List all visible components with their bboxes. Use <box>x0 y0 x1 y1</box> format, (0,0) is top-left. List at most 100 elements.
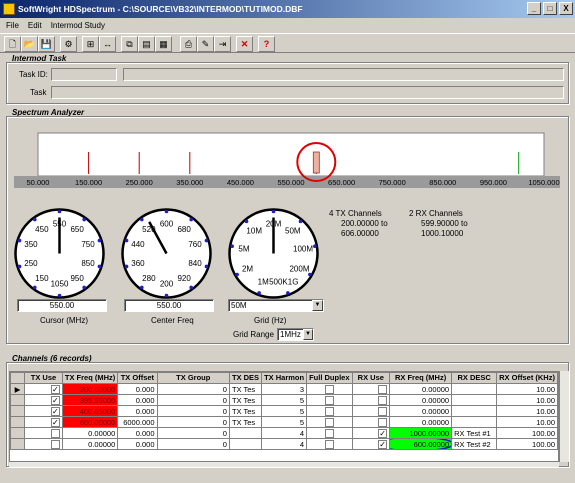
rx-offset-cell[interactable]: 10.00 <box>496 416 558 428</box>
table-row[interactable]: ✓ 400.05000 0.000 0 TX Tes 5 0.00000 10.00 <box>10 405 558 417</box>
row-selector[interactable] <box>10 438 26 450</box>
rx-freq-cell[interactable]: 0.00000 <box>389 405 453 417</box>
row-selector[interactable] <box>10 405 26 417</box>
cursor-dial[interactable]: 5506507508509501050150250350450 <box>12 206 107 301</box>
checkbox[interactable] <box>324 406 334 416</box>
table-row[interactable]: ▶ ✓ 200.00000 0.000 0 TX Tes 3 0.00000 10.00 <box>10 383 558 395</box>
rx-use-cell[interactable]: ✓ <box>351 427 391 439</box>
checkbox[interactable] <box>378 384 388 394</box>
horizontal-scrollbar[interactable] <box>9 462 559 467</box>
delete-icon[interactable]: ✕ <box>236 36 253 52</box>
tx-harmon-cell[interactable]: 5 <box>261 416 308 428</box>
page2-icon[interactable]: ▦ <box>155 36 172 52</box>
minimize-button[interactable]: _ <box>527 2 541 15</box>
full-duplex-cell[interactable] <box>306 438 353 450</box>
menu-edit[interactable]: Edit <box>28 21 42 30</box>
full-duplex-cell[interactable] <box>306 394 353 406</box>
tx-des-cell[interactable]: TX Tes <box>228 416 263 428</box>
tx-freq-cell[interactable]: 400.05000 <box>61 405 119 417</box>
rx-desc-cell[interactable]: RX Test #2 <box>451 438 498 450</box>
tx-harmon-cell[interactable]: 5 <box>261 394 308 406</box>
tx-harmon-cell[interactable]: 4 <box>261 438 308 450</box>
col-tx-harmon[interactable]: TX Harmon <box>261 372 308 384</box>
tx-freq-cell[interactable]: 200.00000 <box>61 383 119 395</box>
tx-des-cell[interactable]: TX Tes <box>228 394 263 406</box>
col-tx-group[interactable]: TX Group <box>156 372 230 384</box>
tx-group-cell[interactable]: 0 <box>156 427 230 439</box>
row-selector[interactable]: ▶ <box>10 383 26 395</box>
tx-des-cell[interactable]: TX Tes <box>228 383 263 395</box>
rx-use-cell[interactable]: ✓ <box>351 438 391 450</box>
rx-use-cell[interactable] <box>351 405 391 417</box>
rx-offset-cell[interactable]: 10.00 <box>496 405 558 417</box>
checkbox[interactable] <box>378 417 388 427</box>
tx-des-cell[interactable] <box>228 438 263 450</box>
open-icon[interactable]: 📂 <box>21 36 38 52</box>
tx-offset-cell[interactable]: 6000.000 <box>117 416 158 428</box>
tx-use-cell[interactable] <box>24 427 63 439</box>
grid-select[interactable]: 50M ▼ <box>228 299 324 312</box>
rx-offset-cell[interactable]: 100.00 <box>496 438 558 450</box>
tx-offset-cell[interactable]: 0.000 <box>117 383 158 395</box>
tx-offset-cell[interactable]: 0.000 <box>117 427 158 439</box>
col-full-duplex[interactable]: Full Duplex <box>306 372 353 384</box>
rx-use-cell[interactable] <box>351 383 391 395</box>
checkbox[interactable]: ✓ <box>378 439 388 449</box>
tx-freq-cell[interactable]: 395.95000 <box>61 394 119 406</box>
checkbox[interactable] <box>50 439 60 449</box>
cursor-field[interactable]: 550.00 <box>17 299 107 312</box>
tx-use-cell[interactable]: ✓ <box>24 394 63 406</box>
page-icon[interactable]: ▤ <box>138 36 155 52</box>
rx-freq-cell[interactable]: 0.00000 <box>389 416 453 428</box>
checkbox[interactable] <box>324 439 334 449</box>
checkbox[interactable] <box>324 417 334 427</box>
tx-offset-cell[interactable]: 0.000 <box>117 394 158 406</box>
table-row[interactable]: 0.00000 0.000 0 4 ✓ 1000.00000 RX Test #1 100.0… <box>10 427 558 439</box>
table-row[interactable]: 0.00000 0.000 0 4 ✓ 600.00000 RX Test #2 100.00 <box>10 438 558 450</box>
rx-offset-cell[interactable]: 10.00 <box>496 394 558 406</box>
grid-range-select[interactable]: 1MHz ▼ <box>277 328 314 341</box>
tx-group-cell[interactable]: 0 <box>156 405 230 417</box>
insert-icon[interactable]: ⊞ <box>82 36 99 52</box>
tx-harmon-cell[interactable]: 3 <box>261 383 308 395</box>
col-tx-des[interactable]: TX DES <box>228 372 263 384</box>
export-icon[interactable]: ⇥ <box>214 36 231 52</box>
rx-freq-cell[interactable]: 0.00000 <box>389 394 453 406</box>
tx-harmon-cell[interactable]: 5 <box>261 405 308 417</box>
rx-freq-cell[interactable]: 0.00000 <box>389 383 453 395</box>
edit-icon[interactable]: ✎ <box>197 36 214 52</box>
task-field[interactable] <box>51 86 564 99</box>
tx-group-cell[interactable]: 0 <box>156 394 230 406</box>
table-row[interactable]: ✓ 395.95000 0.000 0 TX Tes 5 0.00000 10.00 <box>10 394 558 406</box>
center-freq-field[interactable]: 550.00 <box>124 299 214 312</box>
grid-dial[interactable]: 20M50M100M200M500K1G1M2M5M10M <box>226 206 321 301</box>
tx-group-cell[interactable]: 0 <box>156 416 230 428</box>
tool-icon[interactable]: ⚙ <box>60 36 77 52</box>
chevron-down-icon[interactable]: ▼ <box>312 300 323 311</box>
checkbox[interactable] <box>324 384 334 394</box>
new-icon[interactable]: 🗋 <box>4 36 21 52</box>
full-duplex-cell[interactable] <box>306 416 353 428</box>
checkbox[interactable] <box>50 428 60 438</box>
rx-use-cell[interactable] <box>351 416 391 428</box>
menu-intermod-study[interactable]: Intermod Study <box>51 21 105 30</box>
rx-desc-cell[interactable] <box>451 405 498 417</box>
checkbox[interactable]: ✓ <box>50 384 60 394</box>
tx-harmon-cell[interactable]: 4 <box>261 427 308 439</box>
tx-group-cell[interactable]: 0 <box>156 383 230 395</box>
row-selector[interactable] <box>10 427 26 439</box>
col-rx-offset[interactable]: RX Offset (KHz) <box>496 372 558 384</box>
rx-offset-cell[interactable]: 100.00 <box>496 427 558 439</box>
col-tx-freq[interactable]: TX Freq (MHz) <box>61 372 119 384</box>
rx-use-cell[interactable] <box>351 394 391 406</box>
task-id-desc-field[interactable] <box>123 68 564 81</box>
save-icon[interactable]: 💾 <box>38 36 55 52</box>
tx-des-cell[interactable] <box>228 427 263 439</box>
vertical-scrollbar[interactable] <box>559 371 569 462</box>
col-rx-freq[interactable]: RX Freq (MHz) <box>389 372 453 384</box>
swap-icon[interactable]: ↔ <box>99 36 116 52</box>
tx-des-cell[interactable]: TX Tes <box>228 405 263 417</box>
tx-use-cell[interactable] <box>24 438 63 450</box>
col-rx-use[interactable]: RX Use <box>351 372 391 384</box>
row-selector[interactable] <box>10 394 26 406</box>
